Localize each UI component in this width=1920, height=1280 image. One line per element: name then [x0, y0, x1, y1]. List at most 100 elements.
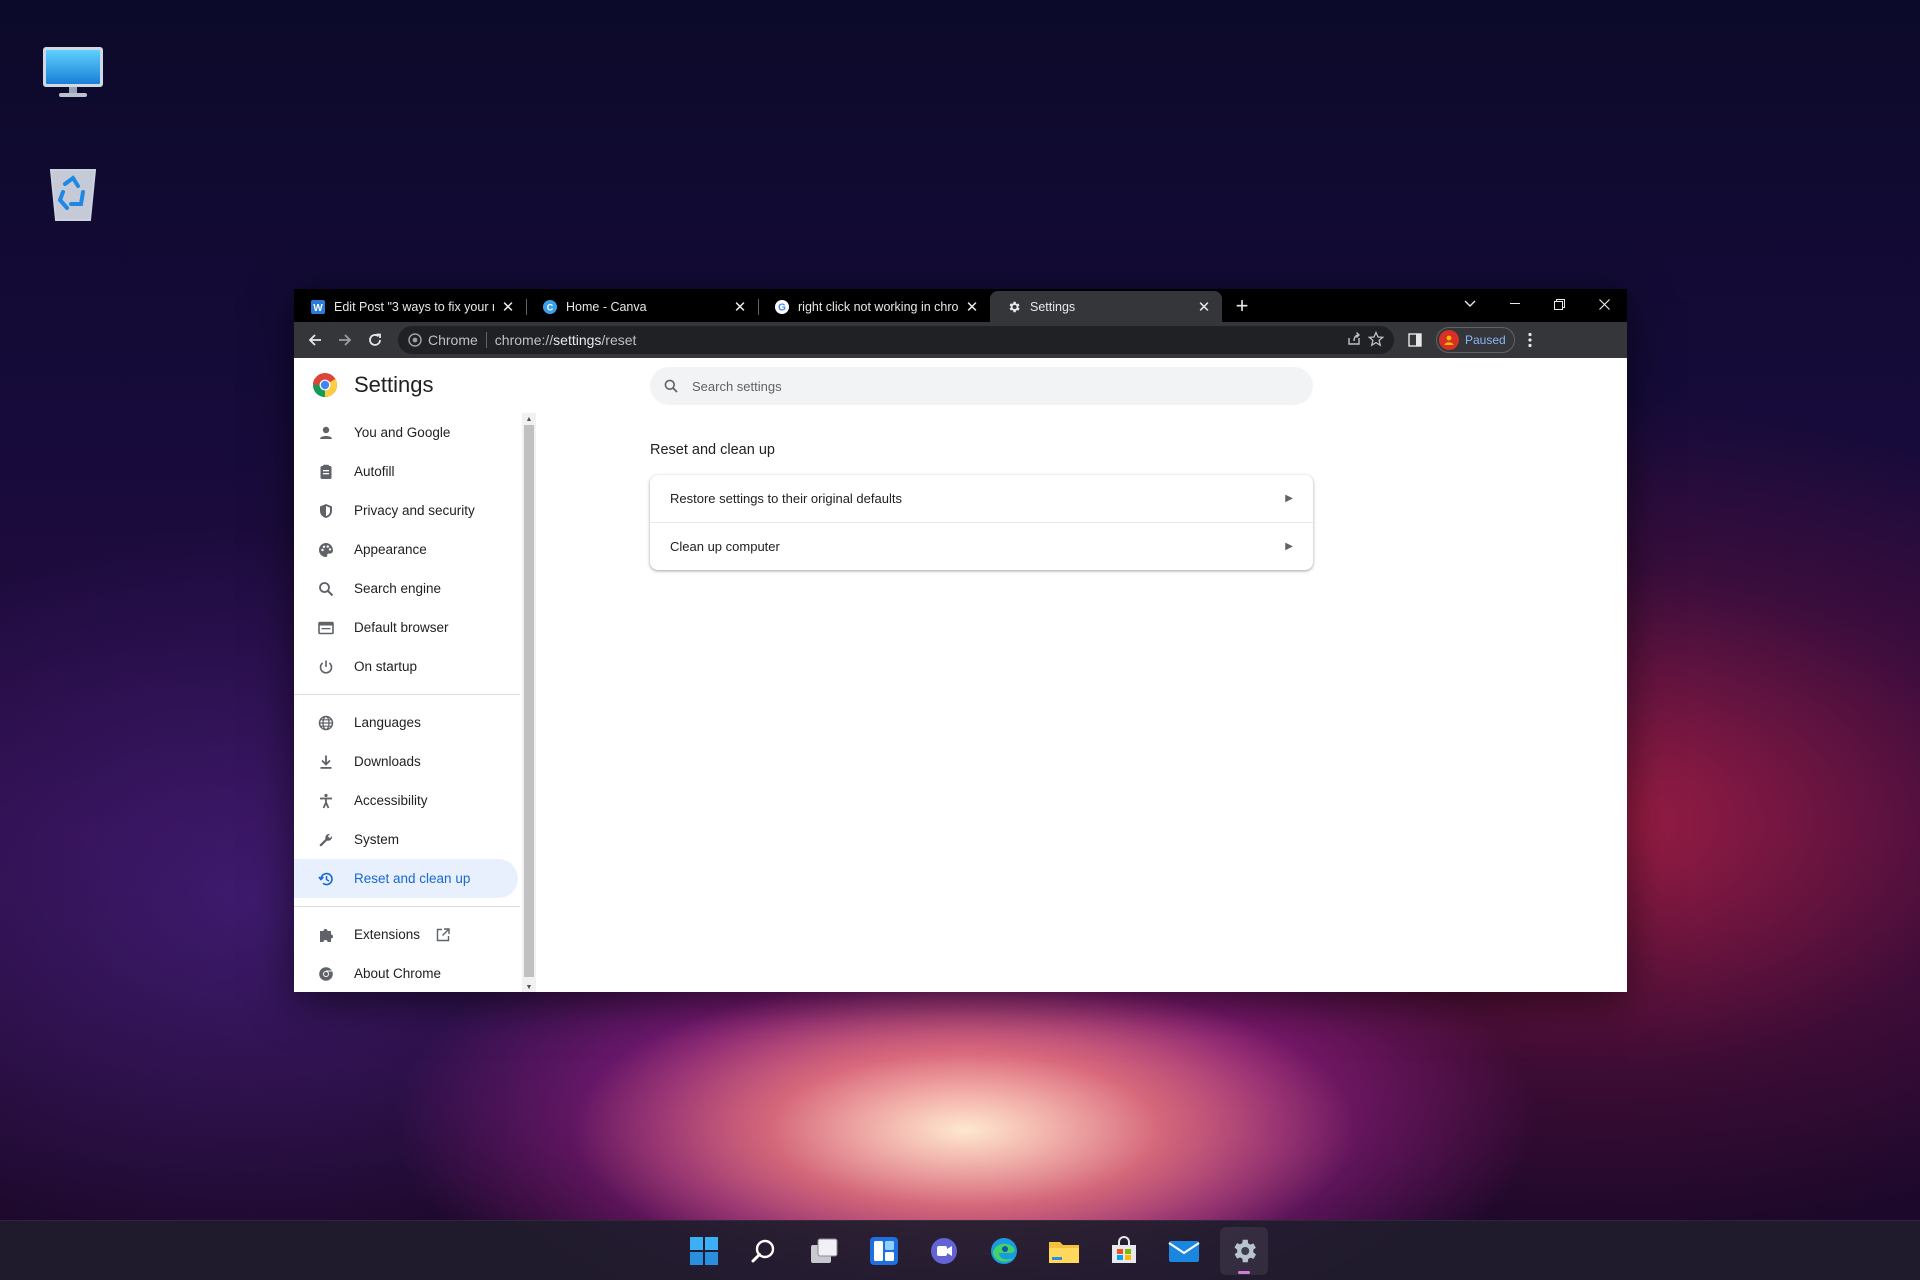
- settings-page: Settings You and Google Autofill Privacy…: [294, 358, 1627, 992]
- scrollbar-thumb[interactable]: [524, 425, 534, 977]
- svg-text:C: C: [547, 302, 554, 312]
- folder-icon: [1049, 1242, 1079, 1263]
- taskbar-start-button[interactable]: [680, 1227, 728, 1275]
- close-tab-icon[interactable]: ✕: [964, 299, 980, 316]
- back-button[interactable]: [300, 325, 330, 355]
- tab-settings[interactable]: Settings ✕: [990, 291, 1222, 322]
- search-settings-input[interactable]: [692, 378, 1292, 394]
- tab-google-search[interactable]: G right click not working in chrome ✕: [758, 291, 990, 322]
- profile-button[interactable]: Paused: [1436, 327, 1515, 353]
- sidebar-item-label: On startup: [354, 659, 418, 674]
- recycle-bin-desktop-icon[interactable]: [38, 158, 108, 228]
- sidebar-item-on-startup[interactable]: On startup: [294, 647, 518, 686]
- reload-button[interactable]: [360, 325, 390, 355]
- search-icon: [316, 579, 336, 599]
- address-bar[interactable]: Chrome chrome://settings/reset: [398, 326, 1394, 354]
- recycle-bin-icon: [49, 169, 97, 221]
- side-panel-button[interactable]: [1400, 325, 1430, 355]
- scroll-down-arrow-icon[interactable]: ▼: [522, 981, 536, 992]
- taskbar-items: [680, 1227, 1268, 1275]
- minimize-button[interactable]: [1492, 289, 1537, 319]
- taskbar-task-view-button[interactable]: [800, 1227, 848, 1275]
- chat-icon: [931, 1238, 957, 1264]
- forward-button[interactable]: [330, 325, 360, 355]
- this-pc-desktop-icon[interactable]: [38, 38, 108, 108]
- new-tab-button[interactable]: +: [1228, 292, 1256, 320]
- taskbar-store-button[interactable]: [1100, 1227, 1148, 1275]
- sidebar-item-label: Extensions: [354, 927, 421, 942]
- taskbar-search-button[interactable]: [740, 1227, 788, 1275]
- close-tab-icon[interactable]: ✕: [732, 299, 748, 316]
- sidebar-divider: [294, 906, 520, 907]
- tab-title: Home - Canva: [566, 299, 647, 314]
- tab-wordpress-edit-post[interactable]: W Edit Post "3 ways to fix your right ✕: [294, 291, 526, 322]
- shield-icon: [316, 501, 336, 521]
- external-link-icon: [436, 927, 450, 942]
- sidebar-item-reset-and-clean-up[interactable]: Reset and clean up: [294, 859, 518, 898]
- close-window-button[interactable]: [1582, 289, 1627, 319]
- gear-icon: [1006, 299, 1022, 315]
- scroll-up-arrow-icon[interactable]: ▲: [522, 413, 536, 425]
- settings-search[interactable]: [650, 367, 1313, 405]
- taskbar: [0, 1220, 1920, 1280]
- svg-text:W: W: [313, 303, 323, 314]
- restore-button[interactable]: [1537, 289, 1582, 319]
- gear-icon: [1234, 1239, 1256, 1263]
- sidebar-item-label: Search engine: [354, 581, 442, 596]
- palette-icon: [316, 540, 336, 560]
- task-view-icon: [811, 1238, 838, 1263]
- bookmark-star-icon[interactable]: [1367, 330, 1385, 350]
- sidebar-item-system[interactable]: System: [294, 820, 518, 859]
- power-icon: [316, 657, 336, 677]
- taskbar-mail-button[interactable]: [1160, 1227, 1208, 1275]
- sidebar-item-label: Appearance: [354, 542, 427, 557]
- tab-search-chevron-icon[interactable]: [1447, 289, 1492, 319]
- chrome-menu-button[interactable]: [1515, 325, 1545, 355]
- sidebar-item-downloads[interactable]: Downloads: [294, 742, 518, 781]
- row-label: Restore settings to their original defau…: [670, 491, 902, 506]
- sidebar-item-default-browser[interactable]: Default browser: [294, 608, 518, 647]
- sidebar-scrollbar[interactable]: ▲ ▼: [522, 413, 536, 992]
- sidebar-item-privacy-and-security[interactable]: Privacy and security: [294, 491, 518, 530]
- more-vert-icon: [1528, 332, 1532, 348]
- sidebar-item-accessibility[interactable]: Accessibility: [294, 781, 518, 820]
- avatar: [1439, 330, 1459, 350]
- arrow-right-icon: ▶: [1285, 540, 1293, 552]
- url-host: settings: [553, 332, 602, 348]
- search-icon: [664, 379, 678, 393]
- restore-icon: [316, 869, 336, 889]
- taskbar-widgets-button[interactable]: [860, 1227, 908, 1275]
- taskbar-file-explorer-button[interactable]: [1040, 1227, 1088, 1275]
- tab-canva[interactable]: C Home - Canva ✕: [526, 291, 758, 322]
- sidebar-item-you-and-google[interactable]: You and Google: [294, 413, 518, 452]
- chrome-logo-icon: [312, 373, 337, 398]
- restore-defaults-row[interactable]: Restore settings to their original defau…: [650, 475, 1313, 522]
- sidebar-item-appearance[interactable]: Appearance: [294, 530, 518, 569]
- sidebar-item-languages[interactable]: Languages: [294, 703, 518, 742]
- taskbar-chat-button[interactable]: [920, 1227, 968, 1275]
- section-title: Reset and clean up: [650, 442, 775, 458]
- sidebar-item-autofill[interactable]: Autofill: [294, 452, 518, 491]
- taskbar-settings-button[interactable]: [1220, 1227, 1268, 1275]
- chrome-window: W Edit Post "3 ways to fix your right ✕ …: [294, 289, 1627, 992]
- share-icon[interactable]: [1346, 331, 1362, 350]
- reset-options-card: Restore settings to their original defau…: [650, 475, 1313, 570]
- search-icon: [751, 1239, 775, 1263]
- wrench-icon: [316, 830, 336, 850]
- tab-title: Settings: [1030, 299, 1076, 314]
- clean-up-computer-row[interactable]: Clean up computer ▶: [650, 522, 1313, 569]
- clipboard-icon: [316, 462, 336, 482]
- close-tab-icon[interactable]: ✕: [1196, 299, 1212, 316]
- page-title: Settings: [354, 372, 434, 397]
- sidebar-item-search-engine[interactable]: Search engine: [294, 569, 518, 608]
- tab-title: right click not working in chrome: [798, 299, 958, 314]
- sidebar-item-about-chrome[interactable]: About Chrome: [294, 954, 518, 992]
- taskbar-edge-button[interactable]: [980, 1227, 1028, 1275]
- arrow-right-icon: [339, 334, 352, 346]
- browser-window-icon: [316, 618, 336, 638]
- chrome-icon: [316, 964, 336, 984]
- close-tab-icon[interactable]: ✕: [500, 299, 516, 316]
- sidebar-item-extensions[interactable]: Extensions: [294, 915, 518, 954]
- widgets-icon: [870, 1237, 898, 1265]
- sidebar-item-label: Downloads: [354, 754, 421, 769]
